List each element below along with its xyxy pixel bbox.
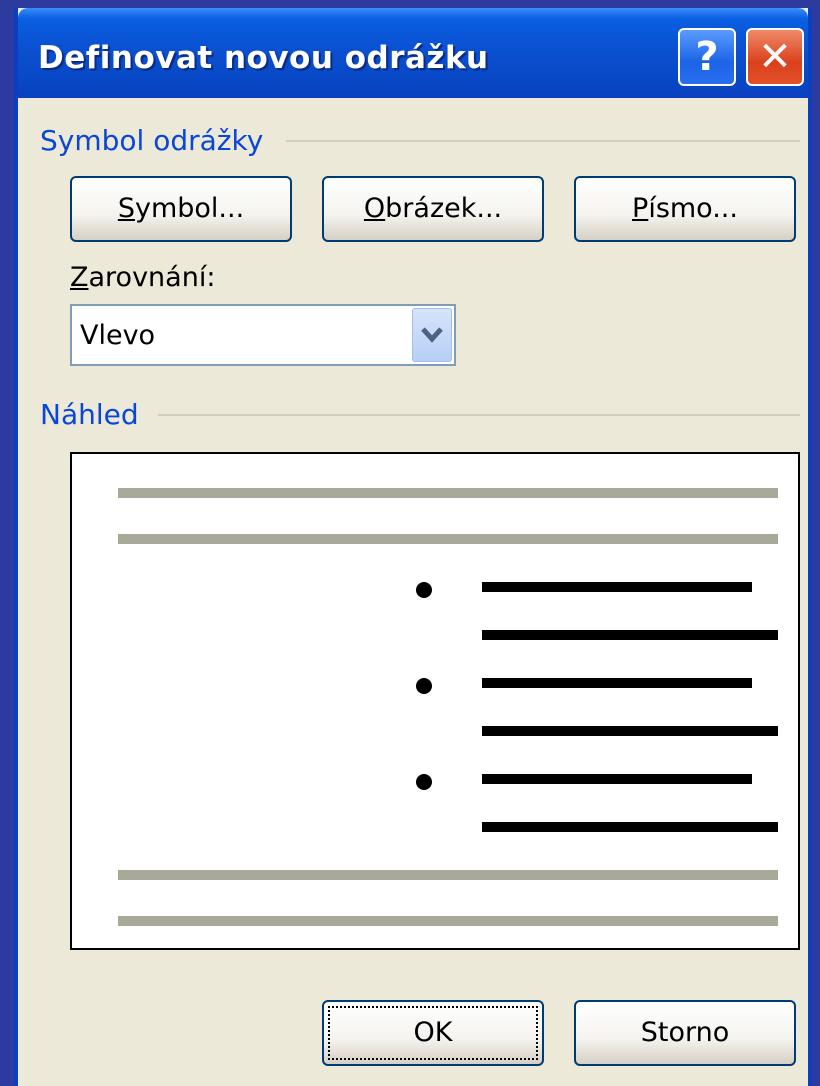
font-button[interactable]: Písmo... <box>574 176 796 242</box>
bullet-icon <box>416 678 432 694</box>
preview-bullet-line <box>482 822 778 832</box>
help-icon: ? <box>695 34 719 80</box>
alignment-select-value: Vlevo <box>80 320 156 351</box>
preview-text-line <box>118 488 778 498</box>
chevron-down-icon <box>421 327 443 343</box>
picture-button-label: brázek... <box>385 193 503 224</box>
close-icon: ✕ <box>758 34 792 80</box>
symbol-section-label: Symbol odrážky <box>40 124 264 157</box>
preview-bullet-line <box>482 630 778 640</box>
section-divider <box>286 140 800 142</box>
title-bar[interactable]: Definovat novou odrážku ? ✕ <box>18 8 808 98</box>
alignment-label-text: arovnání: <box>88 262 216 293</box>
symbol-button-accel: S <box>117 193 135 224</box>
cancel-button[interactable]: Storno <box>574 1000 796 1066</box>
preview-bullet-line <box>482 726 778 736</box>
help-button[interactable]: ? <box>678 28 736 86</box>
font-button-label: ísmo... <box>648 193 738 224</box>
dialog-title: Definovat novou odrážku <box>38 40 489 76</box>
preview-bullet-line <box>482 774 752 784</box>
preview-bullet-line <box>482 582 752 592</box>
close-button[interactable]: ✕ <box>746 28 804 86</box>
preview-section-label: Náhled <box>40 398 139 431</box>
alignment-label: Zarovnání: <box>70 262 215 293</box>
preview-text-line <box>118 870 778 880</box>
preview-box <box>70 452 800 950</box>
preview-text-line <box>118 916 778 926</box>
section-divider <box>158 414 800 416</box>
ok-button[interactable]: OK <box>322 1000 544 1066</box>
bullet-icon <box>416 582 432 598</box>
picture-button-accel: O <box>363 193 386 224</box>
bullet-icon <box>416 774 432 790</box>
alignment-label-accel: Z <box>70 262 89 293</box>
preview-bullet-line <box>482 678 752 688</box>
symbol-button-label: ymbol... <box>134 193 245 224</box>
dialog-window: Definovat novou odrážku ? ✕ Symbol odráž… <box>14 8 812 1086</box>
symbol-button[interactable]: Symbol... <box>70 176 292 242</box>
preview-text-line <box>118 534 778 544</box>
alignment-select[interactable]: Vlevo <box>70 304 456 366</box>
alignment-dropdown-button[interactable] <box>412 308 452 362</box>
font-button-accel: P <box>632 193 649 224</box>
picture-button[interactable]: Obrázek... <box>322 176 544 242</box>
